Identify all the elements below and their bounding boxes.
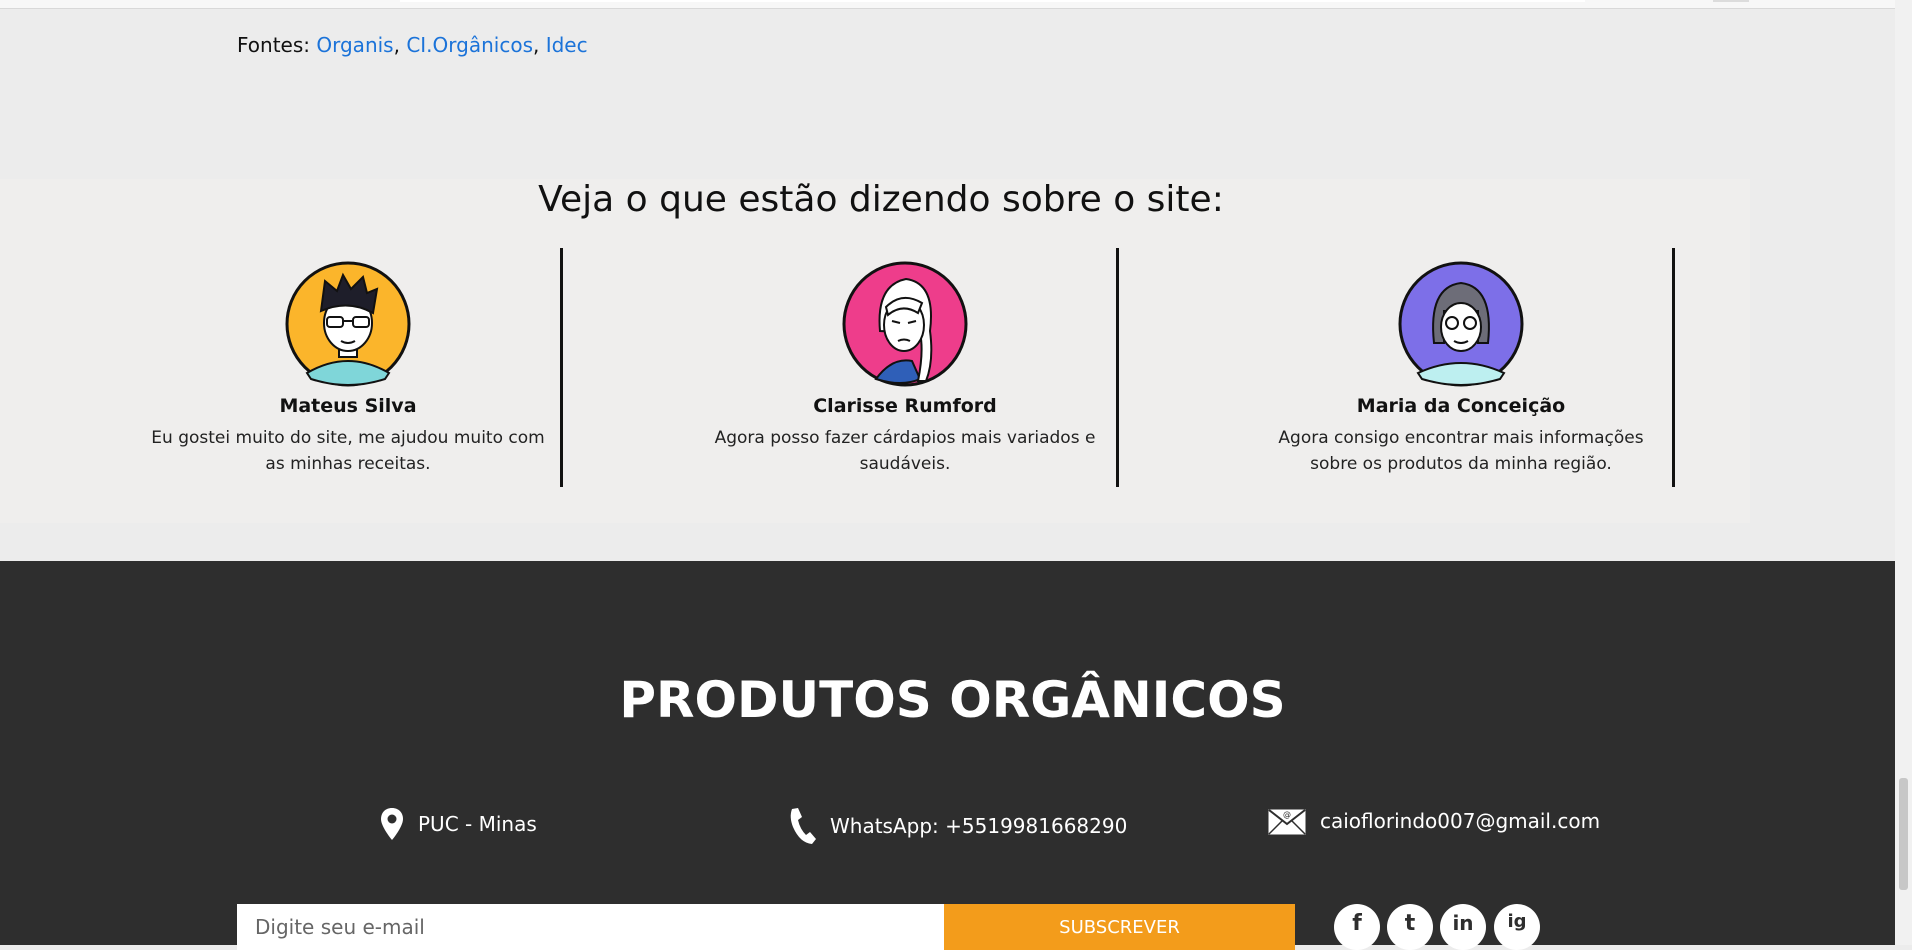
scrollbar-thumb[interactable] bbox=[1899, 778, 1908, 890]
testimonial-card: Maria da Conceição Agora consigo encontr… bbox=[1253, 249, 1669, 485]
vertical-scrollbar[interactable] bbox=[1895, 0, 1912, 945]
avatar bbox=[842, 261, 968, 387]
avatar bbox=[1398, 261, 1524, 387]
svg-text:@: @ bbox=[1283, 810, 1291, 819]
sources-line: Fontes: Organis, CI.Orgânicos, Idec bbox=[237, 33, 588, 57]
man-avatar-icon bbox=[285, 261, 411, 387]
testimonial-divider bbox=[1116, 248, 1119, 487]
site-footer: PRODUTOS ORGÂNICOS PUC - Minas WhatsApp:… bbox=[0, 561, 1895, 950]
sources-separator: , bbox=[532, 33, 546, 57]
testimonials-heading: Veja o que estão dizendo sobre o site: bbox=[538, 179, 1224, 220]
instagram-icon[interactable]: ig bbox=[1494, 904, 1540, 950]
newsletter-form: SUBSCREVER bbox=[237, 904, 1295, 950]
browser-top-edge bbox=[0, 0, 1895, 9]
footer-brand: PRODUTOS ORGÂNICOS bbox=[619, 671, 1286, 729]
top-edge-highlight bbox=[400, 0, 1585, 2]
testimonial-divider bbox=[1672, 248, 1675, 487]
email-text[interactable]: caioflorindo007@gmail.com bbox=[1320, 809, 1600, 833]
testimonial-quote: Agora posso fazer cárdapios mais variado… bbox=[714, 428, 1096, 474]
top-edge-control bbox=[1713, 0, 1749, 2]
location-text: PUC - Minas bbox=[418, 812, 537, 836]
newsletter-email-input[interactable] bbox=[237, 904, 944, 950]
testimonial-name: Maria da Conceição bbox=[1356, 395, 1566, 417]
twitter-icon[interactable]: t bbox=[1387, 904, 1433, 950]
woman-avatar-icon bbox=[842, 261, 968, 387]
source-link-ci-organicos[interactable]: CI.Orgânicos bbox=[406, 33, 533, 57]
source-link-idec[interactable]: Idec bbox=[546, 33, 588, 57]
phone-icon bbox=[790, 808, 816, 844]
location-pin-icon bbox=[381, 808, 403, 840]
avatar bbox=[285, 261, 411, 387]
contact-location: PUC - Minas bbox=[380, 807, 537, 841]
testimonial-quote: Agora consigo encontrar mais informações… bbox=[1278, 428, 1644, 474]
facebook-icon[interactable]: f bbox=[1334, 904, 1380, 950]
sources-label: Fontes: bbox=[237, 33, 311, 57]
elderly-woman-avatar-icon bbox=[1398, 261, 1524, 387]
contact-email: @ caioflorindo007@gmail.com bbox=[1268, 807, 1600, 835]
testimonial-card: Clarisse Rumford Agora posso fazer cárda… bbox=[697, 249, 1113, 485]
mail-icon: @ bbox=[1268, 809, 1306, 835]
linkedin-icon[interactable]: in bbox=[1440, 904, 1486, 950]
source-link-organis[interactable]: Organis bbox=[316, 33, 393, 57]
phone-text: WhatsApp: +5519981668290 bbox=[830, 814, 1128, 838]
sources-separator: , bbox=[393, 33, 407, 57]
subscribe-button[interactable]: SUBSCREVER bbox=[944, 904, 1295, 950]
testimonial-quote: Eu gostei muito do site, me ajudou muito… bbox=[151, 428, 545, 474]
testimonial-name: Mateus Silva bbox=[279, 395, 417, 417]
testimonials-section: Veja o que estão dizendo sobre o site: M… bbox=[0, 179, 1750, 523]
testimonial-divider bbox=[560, 248, 563, 487]
contact-phone: WhatsApp: +5519981668290 bbox=[788, 807, 1127, 845]
testimonial-name: Clarisse Rumford bbox=[813, 395, 997, 417]
testimonial-card: Mateus Silva Eu gostei muito do site, me… bbox=[140, 249, 556, 485]
